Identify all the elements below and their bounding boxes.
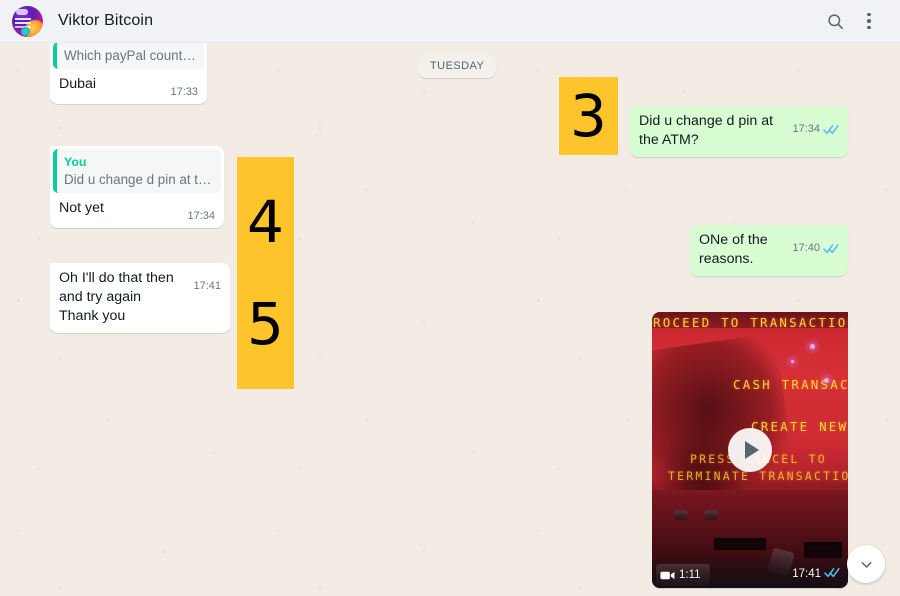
avatar-decor-teal	[21, 26, 30, 36]
thumbnail-text-line: ROCEED TO TRANSACTION	[653, 315, 848, 330]
message-text: Oh I'll do that then and try again Thank…	[59, 270, 174, 324]
message-body: 17:41 Oh I'll do that then and try again…	[50, 263, 230, 333]
thumbnail-card-slot	[714, 538, 766, 550]
search-icon	[827, 13, 843, 29]
avatar-decor-lines	[15, 17, 31, 28]
read-receipt-ticks	[824, 567, 840, 581]
video-time: 17:41	[792, 568, 821, 580]
message-meta: 17:33	[170, 83, 198, 102]
message-time: 17:41	[193, 280, 221, 292]
thumbnail-keypad	[704, 510, 718, 520]
annotation-label: 3	[570, 82, 607, 150]
message-bubble-outgoing[interactable]: 17:40 ONe of the reasons.	[690, 225, 848, 276]
message-bubble-incoming[interactable]: 17:41 Oh I'll do that then and try again…	[50, 263, 230, 333]
message-list[interactable]: TUESDAY Which payPal country? 17:33 Duba…	[0, 43, 900, 596]
contact-name[interactable]: Viktor Bitcoin	[58, 12, 153, 30]
avatar-decor-bar	[16, 8, 28, 15]
play-icon	[745, 441, 759, 459]
quoted-text: Did u change d pin at the ATM?	[64, 172, 213, 187]
annotation-label: 5	[247, 290, 284, 358]
menu-button[interactable]	[852, 4, 886, 38]
message-bubble-outgoing[interactable]: 17:34 Did u change d pin at the ATM?	[630, 106, 848, 157]
chat-header: Viktor Bitcoin	[0, 0, 900, 43]
video-duration-label: 1:11	[679, 569, 701, 581]
annotation-box-4-5: 4 5	[237, 157, 294, 389]
message-time: 17:33	[170, 86, 198, 98]
message-text: Not yet	[59, 200, 104, 216]
quoted-author: You	[64, 155, 87, 169]
message-meta: 17:41	[193, 277, 221, 296]
play-button[interactable]	[728, 428, 772, 472]
contact-avatar[interactable]	[12, 5, 43, 37]
video-meta: 17:41	[792, 567, 840, 581]
read-receipt-ticks	[823, 243, 839, 254]
annotation-box-3: 3	[559, 77, 618, 155]
message-bubble-incoming[interactable]: Which payPal country? 17:33 Dubai	[50, 43, 207, 104]
quoted-text: Which payPal country?	[64, 48, 196, 63]
annotation-label: 4	[247, 188, 284, 256]
message-text: ONe of the reasons.	[699, 232, 772, 267]
quoted-message[interactable]: Which payPal country?	[53, 43, 204, 69]
message-body: 17:34 Did u change d pin at the ATM?	[630, 106, 848, 157]
video-duration: 1:11	[660, 569, 701, 581]
read-receipt-ticks	[823, 124, 839, 135]
thumbnail-text-line: CASH TRANSACT	[733, 377, 848, 392]
message-text: Dubai	[59, 76, 97, 92]
search-button[interactable]	[818, 4, 852, 38]
video-camera-icon	[660, 571, 675, 579]
message-bubble-video[interactable]: ROCEED TO TRANSACTION CASH TRANSACT CREA…	[652, 312, 848, 588]
message-meta: 17:34	[187, 207, 215, 226]
message-body: 17:40 ONe of the reasons.	[690, 225, 848, 276]
message-body: 17:33 Dubai	[50, 69, 207, 104]
overflow-menu-icon	[867, 12, 871, 30]
thumbnail-text-line: CREATE NEW	[751, 419, 848, 434]
quoted-message[interactable]: You Did u change d pin at the ATM?	[53, 149, 221, 193]
chevron-down-icon	[861, 561, 871, 568]
message-bubble-incoming[interactable]: You Did u change d pin at the ATM? 17:34…	[50, 146, 224, 228]
scroll-to-bottom-button[interactable]	[847, 545, 885, 583]
whatsapp-chat-window: Viktor Bitcoin TUESDAY Which payPal coun…	[0, 0, 900, 596]
thumbnail-keypad	[674, 510, 688, 520]
message-meta: 17:34	[792, 120, 839, 139]
message-time: 17:34	[792, 123, 820, 135]
message-time: 17:40	[792, 242, 820, 254]
date-divider: TUESDAY	[418, 54, 497, 78]
message-text: Did u change d pin at the ATM?	[639, 113, 778, 148]
message-body: 17:34 Not yet	[50, 193, 224, 228]
thumbnail-text-line: TERMINATE TRANSACTION	[668, 469, 848, 483]
thumbnail-sparkle	[791, 360, 794, 363]
thumbnail-sparkle	[810, 344, 815, 349]
message-meta: 17:40	[792, 239, 839, 258]
message-time: 17:34	[187, 210, 215, 222]
